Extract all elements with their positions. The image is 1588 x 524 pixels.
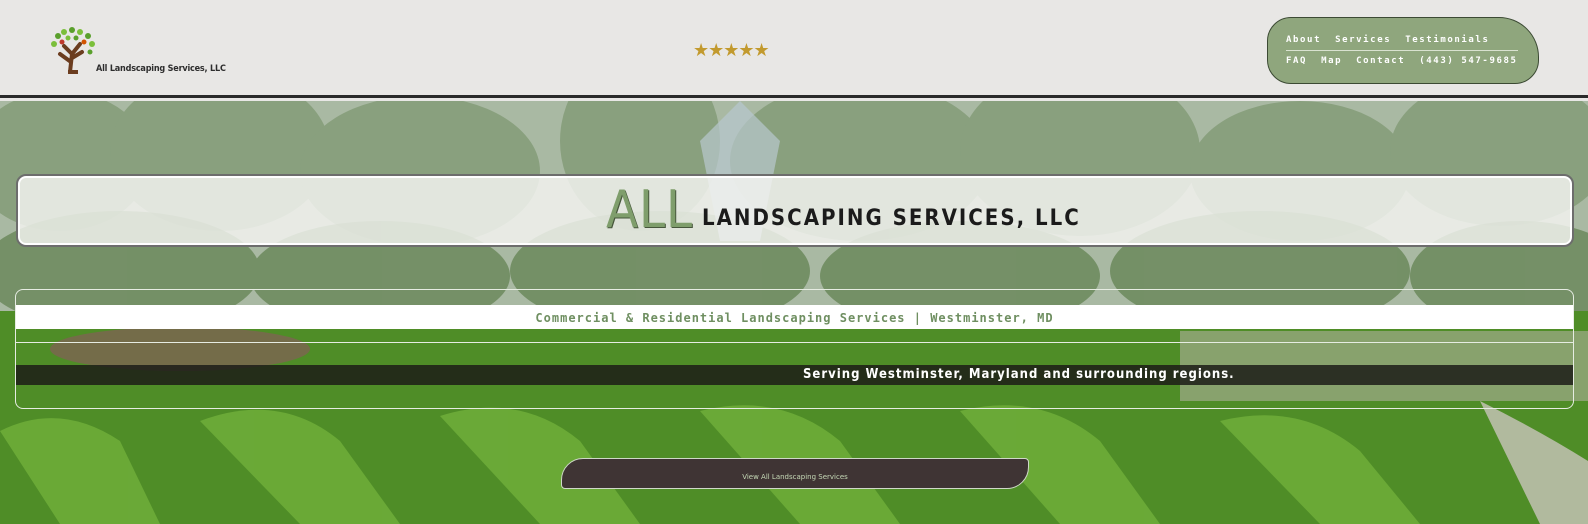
brand-logo[interactable]: All Landscaping Services, LLC — [50, 24, 226, 76]
serving-bar: Serving Westminster, Maryland and surrou… — [16, 365, 1573, 385]
hero-title-panel: ALL LANDSCAPING SERVICES, LLC — [16, 174, 1574, 247]
nav-link-map[interactable]: Map — [1321, 56, 1342, 66]
hero-section: ALL LANDSCAPING SERVICES, LLC Commercial… — [0, 101, 1588, 524]
tagline-bar: Commercial & Residential Landscaping Ser… — [16, 305, 1573, 329]
nav-link-faq[interactable]: FAQ — [1286, 56, 1307, 66]
view-services-button[interactable]: View All Landscaping Services — [561, 458, 1029, 489]
main-nav: About Services Testimonials FAQ Map Cont… — [1267, 17, 1539, 84]
hero-title-all: ALL — [606, 180, 694, 240]
nav-row-primary: About Services Testimonials — [1286, 35, 1489, 45]
rating-stars: ★★★★★ — [693, 40, 770, 61]
site-header: All Landscaping Services, LLC ★★★★★ Abou… — [0, 0, 1588, 98]
hero-title-rest: LANDSCAPING SERVICES, LLC — [702, 206, 1081, 231]
panel-divider — [16, 342, 1573, 343]
tree-logo-icon — [51, 27, 95, 74]
view-services-label: View All Landscaping Services — [742, 473, 848, 481]
hero-tagline: Commercial & Residential Landscaping Ser… — [535, 311, 1054, 325]
nav-link-testimonials[interactable]: Testimonials — [1405, 35, 1489, 45]
serving-text: Serving Westminster, Maryland and surrou… — [803, 367, 1235, 382]
nav-divider — [1286, 50, 1518, 51]
nav-link-about[interactable]: About — [1286, 35, 1321, 45]
logo-text: All Landscaping Services, LLC — [96, 64, 226, 74]
phone-link[interactable]: (443) 547-9685 — [1419, 56, 1517, 66]
nav-link-services[interactable]: Services — [1335, 35, 1391, 45]
hero-info-panel: Commercial & Residential Landscaping Ser… — [15, 289, 1574, 409]
nav-link-contact[interactable]: Contact — [1356, 56, 1405, 66]
nav-row-secondary: FAQ Map Contact (443) 547-9685 — [1286, 56, 1518, 66]
